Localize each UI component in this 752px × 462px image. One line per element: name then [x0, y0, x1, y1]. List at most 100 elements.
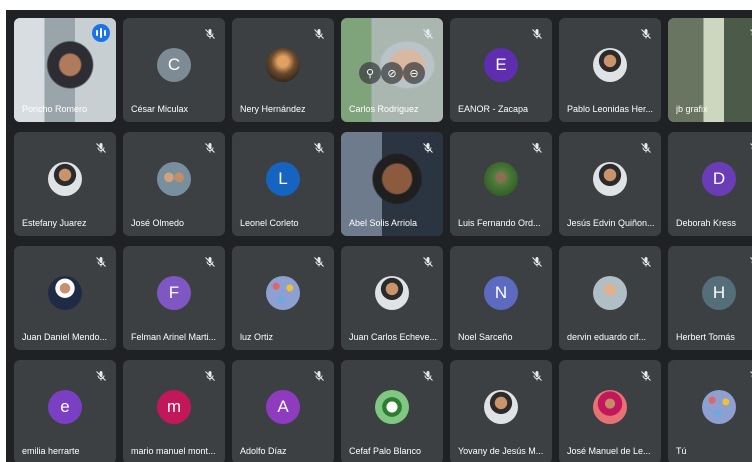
participant-name: Adolfo Díaz [240, 446, 287, 456]
participant-avatar [48, 162, 82, 196]
participant-tile[interactable]: Yovany de Jesús M... [450, 360, 552, 462]
participant-tile[interactable]: Estefany Juarez [14, 132, 116, 236]
participant-avatar: F [157, 276, 191, 310]
participant-tile[interactable]: E EANOR - Zacapa [450, 18, 552, 122]
mic-off-icon [640, 27, 652, 39]
participant-grid: Poncho Romero C César Miculax Nery Hernánde… [14, 18, 752, 462]
participant-avatar: m [157, 390, 191, 424]
meeting-grid-stage: Poncho Romero C César Miculax Nery Hernánde… [6, 10, 752, 462]
mic-off-icon [313, 141, 325, 153]
mic-off-icon [204, 27, 216, 39]
mic-off-icon [95, 369, 107, 381]
participant-tile[interactable]: D Deborah Kress [668, 132, 752, 236]
participant-avatar [375, 390, 409, 424]
mic-off-icon [640, 141, 652, 153]
participant-tile[interactable]: Pablo Leonidas Her... [559, 18, 661, 122]
participant-avatar: A [266, 390, 300, 424]
participant-tile[interactable]: N Noel Sarceño [450, 246, 552, 350]
participant-tile[interactable]: Juan Daniel Mendo... [14, 246, 116, 350]
participant-name: emilia herrarte [22, 446, 80, 456]
mic-off-icon [95, 141, 107, 153]
participant-name: Cefaf Palo Blanco [349, 446, 422, 456]
mic-off-icon [313, 255, 325, 267]
participant-tile[interactable]: dervin eduardo cif... [559, 246, 661, 350]
participant-name: Noel Sarceño [458, 332, 513, 342]
participant-name: Juan Carlos Echeve... [349, 332, 437, 342]
mic-off-icon [640, 255, 652, 267]
participant-tile[interactable]: m mario manuel mont... [123, 360, 225, 462]
participant-name: Felman Arinel Marti... [131, 332, 217, 342]
participant-name: Estefany Juarez [22, 218, 87, 228]
participant-avatar [484, 162, 518, 196]
participant-avatar [593, 390, 627, 424]
participant-tile[interactable]: Cefaf Palo Blanco [341, 360, 443, 462]
participant-avatar [48, 276, 82, 310]
mic-off-icon [95, 255, 107, 267]
mute-user-icon[interactable]: ⊘ [381, 62, 403, 84]
participant-name: José Manuel de Le... [567, 446, 651, 456]
participant-avatar [593, 162, 627, 196]
mic-off-icon [422, 27, 434, 39]
participant-name: Jesús Edvin Quiñon... [567, 218, 655, 228]
participant-avatar: N [484, 276, 518, 310]
participant-name: Nery Hernández [240, 104, 306, 114]
mic-off-icon [531, 141, 543, 153]
participant-name: Carlos Rodriguez [349, 104, 419, 114]
participant-name: Juan Daniel Mendo... [22, 332, 108, 342]
participant-name: dervin eduardo cif... [567, 332, 647, 342]
participant-tile[interactable]: Jesús Edvin Quiñon... [559, 132, 661, 236]
participant-tile[interactable]: ⚲ ⊘ ⊖ Carlos Rodriguez [341, 18, 443, 122]
participant-name: Luis Fernando Ord... [458, 218, 541, 228]
participant-tile[interactable]: Abel Solis Arriola [341, 132, 443, 236]
participant-avatar [157, 162, 191, 196]
mic-off-icon [422, 255, 434, 267]
participant-name: mario manuel mont... [131, 446, 216, 456]
mic-off-icon [313, 369, 325, 381]
participant-tile[interactable]: L Leonel Corleto [232, 132, 334, 236]
participant-tile[interactable]: Nery Hernández [232, 18, 334, 122]
participant-tile[interactable]: Juan Carlos Echeve... [341, 246, 443, 350]
participant-name: Herbert Tomás [676, 332, 735, 342]
participant-avatar: L [266, 162, 300, 196]
participant-name: José Olmedo [131, 218, 185, 228]
participant-name: luz Ortiz [240, 332, 274, 342]
pin-icon[interactable]: ⚲ [359, 62, 381, 84]
participant-name: Abel Solis Arriola [349, 218, 418, 228]
participant-name: Yovany de Jesús M... [458, 446, 544, 456]
mic-off-icon [640, 369, 652, 381]
participant-name: César Miculax [131, 104, 189, 114]
participant-avatar [702, 390, 736, 424]
mic-off-icon [422, 141, 434, 153]
participant-tile[interactable]: H Herbert Tomás [668, 246, 752, 350]
participant-avatar: e [48, 390, 82, 424]
mic-off-icon [531, 369, 543, 381]
mic-off-icon [313, 27, 325, 39]
participant-tile[interactable]: e emilia herrarte [14, 360, 116, 462]
participant-avatar: H [702, 276, 736, 310]
participant-tile[interactable]: luz Ortiz [232, 246, 334, 350]
speaking-indicator-icon [92, 24, 110, 42]
participant-avatar [375, 276, 409, 310]
participant-name: Tú [676, 446, 687, 456]
participant-avatar [593, 276, 627, 310]
mic-off-icon [531, 27, 543, 39]
participant-tile[interactable]: jb grafix [668, 18, 752, 122]
participant-avatar: E [484, 48, 518, 82]
participant-avatar: D [702, 162, 736, 196]
participant-tile[interactable]: C César Miculax [123, 18, 225, 122]
participant-tile[interactable]: José Manuel de Le... [559, 360, 661, 462]
mic-off-icon [422, 369, 434, 381]
participant-tile[interactable]: Tú [668, 360, 752, 462]
mic-off-icon [204, 369, 216, 381]
participant-tile[interactable]: Poncho Romero [14, 18, 116, 122]
participant-tile[interactable]: José Olmedo [123, 132, 225, 236]
participant-avatar [266, 48, 300, 82]
participant-avatar [484, 390, 518, 424]
participant-tile[interactable]: F Felman Arinel Marti... [123, 246, 225, 350]
participant-tile[interactable]: Luis Fernando Ord... [450, 132, 552, 236]
remove-icon[interactable]: ⊖ [403, 62, 425, 84]
participant-name: Poncho Romero [22, 104, 88, 114]
participant-name: EANOR - Zacapa [458, 104, 529, 114]
participant-tile[interactable]: A Adolfo Díaz [232, 360, 334, 462]
participant-avatar [593, 48, 627, 82]
